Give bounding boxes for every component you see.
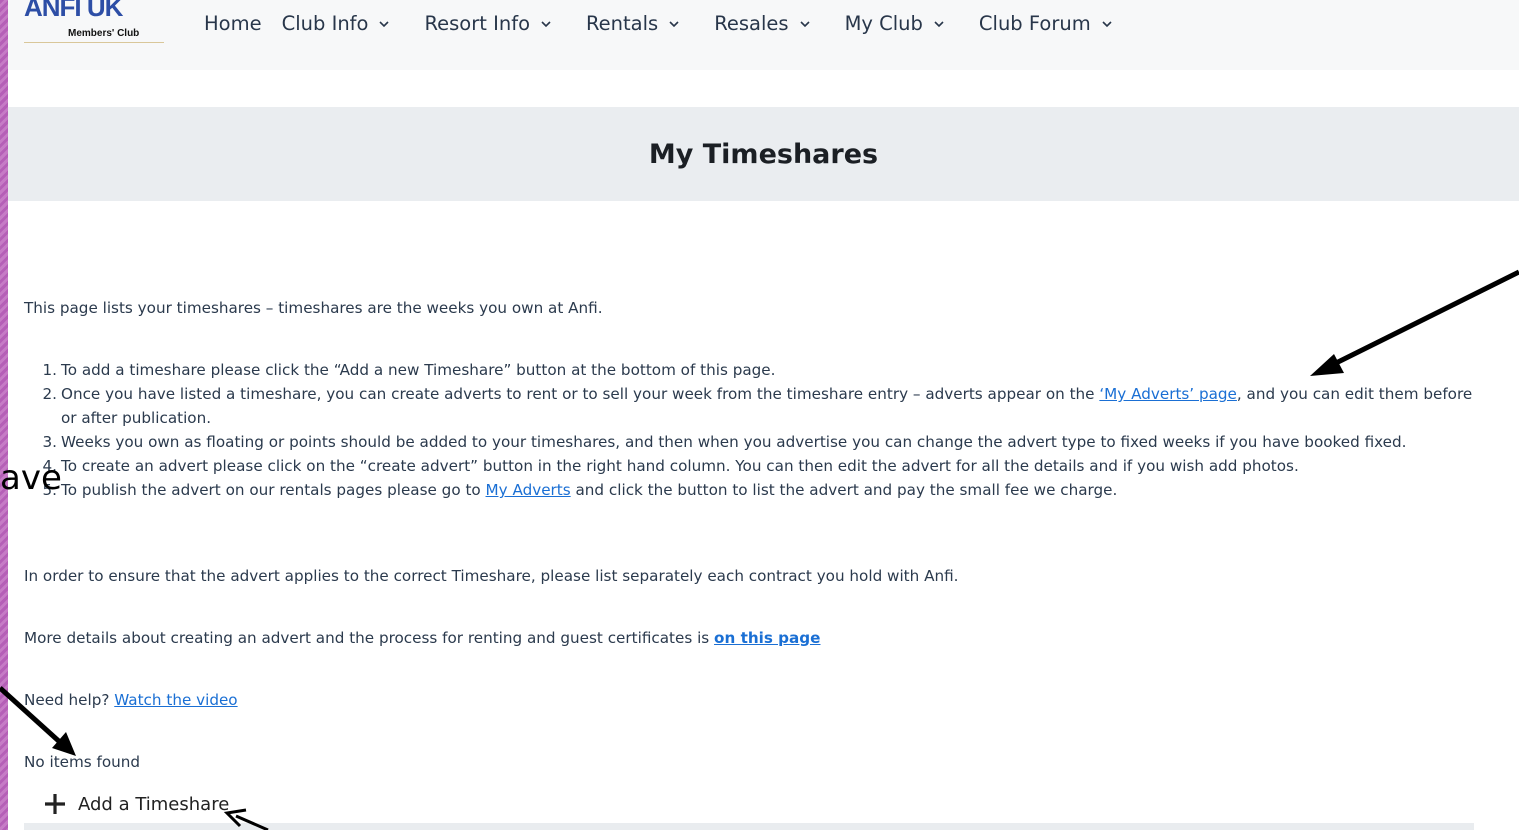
step-text: Once you have listed a timeshare, you ca…	[61, 382, 1484, 430]
nav-item-my-club[interactable]: My Club	[845, 12, 945, 35]
site-logo[interactable]: ANFI UK Members' Club	[22, 0, 170, 46]
add-timeshare-button[interactable]: Add a Timeshare	[42, 791, 229, 817]
watch-video-link[interactable]: Watch the video	[114, 691, 237, 709]
page: ANFI UK Members' Club Home Club Info Res…	[8, 0, 1519, 830]
nav-label: Club Forum	[978, 12, 1091, 35]
chevron-down-icon	[799, 20, 810, 27]
step-text: Weeks you own as floating or points shou…	[61, 433, 1407, 451]
step-text: To publish the advert on our rentals pag…	[61, 478, 1484, 502]
plus-icon	[45, 794, 65, 814]
chevron-down-icon	[934, 20, 944, 27]
nav-item-home[interactable]: Home	[204, 12, 262, 35]
help-before: Need help?	[24, 691, 115, 709]
site-header: ANFI UK Members' Club Home Club Info Res…	[8, 0, 1519, 70]
add-timeshare-label: Add a Timeshare	[78, 793, 230, 815]
steps-list: 1. To add a timeshare please click the “…	[24, 358, 1484, 502]
list-item: 2. Once you have listed a timeshare, you…	[24, 382, 1484, 430]
step-text-before: Once you have listed a timeshare, you ca…	[61, 385, 1100, 403]
nav-item-rentals[interactable]: Rentals	[586, 12, 680, 35]
chevron-down-icon	[669, 20, 679, 27]
nav-label: Home	[204, 12, 262, 35]
nav-label: My Club	[844, 12, 923, 35]
my-adverts-link[interactable]: My Adverts	[486, 481, 571, 499]
step-number: 2.	[42, 385, 58, 403]
main-nav: Home Club Info Resort Info Rentals Resal…	[204, 12, 1147, 35]
chevron-down-icon	[1102, 20, 1112, 27]
step-number: 1.	[42, 361, 58, 379]
help-text: Need help? Watch the video	[24, 688, 238, 712]
my-adverts-page-link[interactable]: ‘My Adverts’ page	[1099, 385, 1237, 403]
chevron-down-icon	[541, 20, 551, 27]
on-this-page-link[interactable]: on this page	[714, 629, 820, 647]
list-item: 5. To publish the advert on our rentals …	[24, 478, 1484, 502]
logo-underline	[24, 42, 164, 43]
annotation-text: ave	[0, 458, 62, 498]
contract-note: In order to ensure that the advert appli…	[24, 567, 959, 585]
step-text: To add a timeshare please click the “Add…	[61, 361, 776, 379]
title-band: My Timeshares	[8, 107, 1519, 201]
step-number: 3.	[42, 433, 58, 451]
more-details-text: More details about creating an advert an…	[24, 626, 820, 650]
nav-label: Club Info	[281, 12, 369, 35]
nav-item-club-forum[interactable]: Club Forum	[979, 12, 1113, 35]
more-details-before: More details about creating an advert an…	[24, 629, 715, 647]
nav-label: Resales	[714, 12, 789, 35]
step-text-before: To publish the advert on our rentals pag…	[61, 481, 486, 499]
nav-item-resales[interactable]: Resales	[714, 12, 810, 35]
page-title: My Timeshares	[648, 139, 879, 170]
list-item: 3. Weeks you own as floating or points s…	[24, 430, 1484, 454]
chevron-down-icon	[379, 20, 390, 27]
nav-item-resort-info[interactable]: Resort Info	[424, 12, 552, 35]
list-item: 1. To add a timeshare please click the “…	[24, 358, 1484, 382]
nav-item-club-info[interactable]: Club Info	[282, 12, 391, 35]
nav-label: Resort Info	[424, 12, 530, 35]
empty-state: No items found	[24, 753, 141, 771]
logo-text: ANFI UK	[24, 0, 123, 22]
step-text: To create an advert please click on the …	[61, 457, 1299, 475]
intro-text: This page lists your timeshares – timesh…	[24, 299, 603, 317]
list-item: 4. To create an advert please click on t…	[24, 454, 1484, 478]
step-text-after: and click the button to list the advert …	[570, 481, 1118, 499]
table-footer-bar	[24, 823, 1474, 830]
logo-subtitle: Members' Club	[68, 28, 140, 39]
nav-label: Rentals	[586, 12, 659, 35]
